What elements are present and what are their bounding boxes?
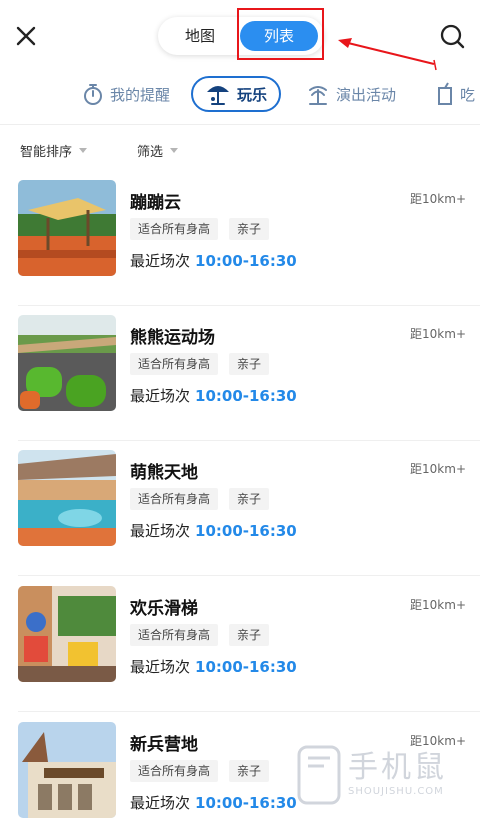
item-distance: 距10km+: [410, 598, 466, 612]
thumbnail-image: [18, 315, 116, 411]
category-label: 演出活动: [336, 85, 397, 104]
thumbnail-image: [18, 722, 116, 818]
tag-height: 适合所有身高: [130, 488, 219, 510]
watermark-logo-icon: [297, 745, 341, 805]
row-divider: [18, 305, 480, 306]
list-item[interactable]: 蹦蹦云 距10km+ 适合所有身高 亲子 最近场次 10:00-16:30: [0, 180, 480, 316]
row-divider: [18, 440, 480, 441]
tag-height: 适合所有身高: [130, 760, 219, 782]
thumbnail-image: [18, 586, 116, 682]
recent-session: 最近场次 10:00-16:30: [130, 656, 297, 677]
stopwatch-icon: [84, 84, 102, 105]
session-time: 10:00-16:30: [195, 658, 297, 676]
recent-label: 最近场次: [130, 252, 191, 270]
divider: [0, 124, 480, 125]
tag-height: 适合所有身高: [130, 624, 219, 646]
close-button[interactable]: [12, 22, 40, 50]
item-name: 蹦蹦云: [130, 193, 181, 213]
list-item[interactable]: 萌熊天地 距10km+ 适合所有身高 亲子 最近场次 10:00-16:30: [0, 450, 480, 586]
category-bar: 我的提醒 玩乐 演出活动 吃: [0, 72, 480, 118]
caret-down-icon: [170, 148, 179, 153]
row-divider: [18, 711, 480, 712]
tag-height: 适合所有身高: [130, 218, 219, 240]
category-eat[interactable]: 吃: [436, 76, 475, 112]
category-label: 玩乐: [237, 85, 268, 104]
category-play[interactable]: 玩乐: [191, 76, 282, 112]
session-time: 10:00-16:30: [195, 252, 297, 270]
row-divider: [18, 575, 480, 576]
search-icon: [440, 24, 465, 49]
watermark-text: 手机鼠: [348, 750, 447, 785]
smart-sort-label: 智能排序: [20, 145, 73, 160]
list-item[interactable]: 熊熊运动场 距10km+ 适合所有身高 亲子 最近场次 10:00-16:30: [0, 315, 480, 451]
arrow-annotation: [338, 38, 437, 71]
category-reminders[interactable]: 我的提醒: [82, 76, 170, 112]
category-label: 吃: [460, 85, 476, 104]
thumbnail-image: [18, 450, 116, 546]
thumbnail-image: [18, 180, 116, 276]
filter-dropdown[interactable]: 筛选: [137, 141, 179, 160]
highlight-box: [237, 8, 324, 60]
tag-family: 亲子: [229, 218, 270, 240]
category-shows[interactable]: 演出活动: [306, 76, 396, 112]
watermark-subtext: SHOUJISHU.COM: [348, 786, 444, 797]
tag-family: 亲子: [229, 353, 270, 375]
item-distance: 距10km+: [410, 462, 466, 476]
palm-tree-icon: [309, 86, 327, 105]
item-distance: 距10km+: [410, 192, 466, 206]
recent-session: 最近场次 10:00-16:30: [130, 520, 297, 541]
session-time: 10:00-16:30: [195, 522, 297, 540]
list-item[interactable]: 欢乐滑梯 距10km+ 适合所有身高 亲子 最近场次 10:00-16:30: [0, 586, 480, 722]
category-label: 我的提醒: [110, 85, 171, 104]
umbrella-icon: [207, 86, 229, 105]
recent-label: 最近场次: [130, 387, 191, 405]
session-time: 10:00-16:30: [195, 387, 297, 405]
smart-sort-dropdown[interactable]: 智能排序: [20, 141, 88, 160]
search-button[interactable]: [438, 22, 468, 52]
filter-label: 筛选: [137, 145, 164, 160]
recent-label: 最近场次: [130, 794, 191, 812]
item-distance: 距10km+: [410, 327, 466, 341]
caret-down-icon: [79, 148, 88, 153]
top-bar: 地图 列表: [0, 0, 480, 72]
recent-session: 最近场次 10:00-16:30: [130, 250, 297, 271]
drink-icon: [438, 82, 452, 105]
sort-bar: 智能排序 筛选: [0, 138, 480, 164]
recent-label: 最近场次: [130, 658, 191, 676]
recent-session: 最近场次 10:00-16:30: [130, 385, 297, 406]
tag-family: 亲子: [229, 624, 270, 646]
tag-family: 亲子: [229, 760, 270, 782]
recent-label: 最近场次: [130, 522, 191, 540]
tab-map[interactable]: 地图: [158, 17, 242, 55]
item-name: 熊熊运动场: [130, 328, 215, 348]
close-icon: [16, 26, 36, 46]
tag-height: 适合所有身高: [130, 353, 219, 375]
item-name: 新兵营地: [130, 735, 198, 755]
watermark: 手机鼠 SHOUJISHU.COM: [296, 742, 472, 812]
item-name: 欢乐滑梯: [130, 599, 198, 619]
session-time: 10:00-16:30: [195, 794, 297, 812]
tag-family: 亲子: [229, 488, 270, 510]
item-name: 萌熊天地: [130, 463, 198, 483]
recent-session: 最近场次 10:00-16:30: [130, 792, 297, 813]
